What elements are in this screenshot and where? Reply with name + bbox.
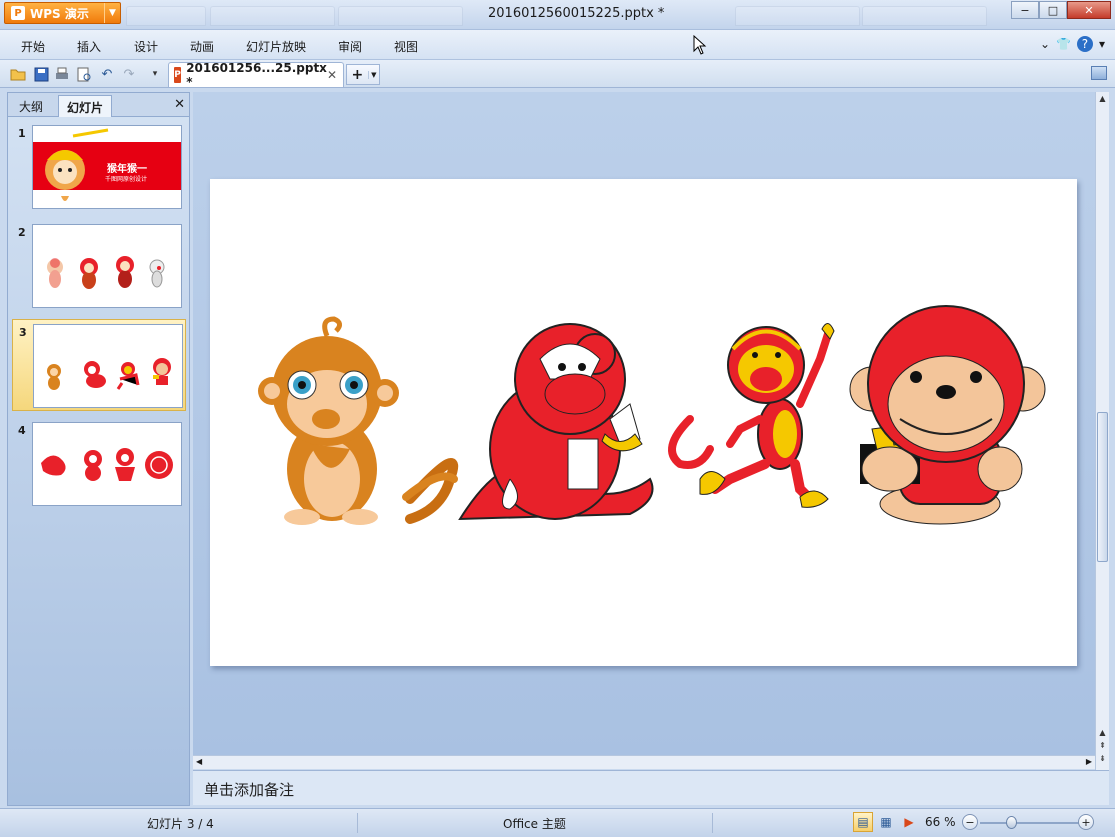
window-title: 2016012560015225.pptx * <box>488 6 665 21</box>
quick-access-toolbar: ↶ ↷ ▾ P 201601256...25.pptx * ✕ + ▼ <box>0 60 1115 89</box>
background-tab <box>338 6 463 26</box>
customize-icon[interactable]: ▾ <box>146 65 164 83</box>
scroll-up-icon[interactable]: ▲ <box>1097 94 1108 106</box>
title-bar: P WPS 演示 ▼ 2016012560015225.pptx * − □ ✕ <box>0 0 1115 30</box>
slide-thumbnail-image <box>33 324 183 408</box>
slide-thumbnail-2[interactable]: 2 <box>12 220 186 312</box>
slide-panel-tabs: 大纲 幻灯片 ✕ <box>8 93 189 117</box>
big-head-monkey-illustration[interactable] <box>849 305 1046 525</box>
menu-insert[interactable]: 插入 <box>77 38 101 55</box>
thumbnail-subtitle: 千图网原创设计 <box>105 176 148 183</box>
menu-right-tools: ⌄ 👕 ? ▾ <box>1040 36 1105 52</box>
skin-icon[interactable]: 👕 <box>1056 37 1071 51</box>
document-tab-label: 201601256...25.pptx * <box>186 61 327 89</box>
slide-number: 1 <box>18 127 26 140</box>
pptx-file-icon: P <box>174 67 182 83</box>
slide-indicator: 幻灯片 3 / 4 <box>147 817 214 831</box>
menu-review[interactable]: 审阅 <box>338 38 362 55</box>
menu-slideshow[interactable]: 幻灯片放映 <box>246 38 306 55</box>
tab-slides[interactable]: 幻灯片 <box>58 95 113 117</box>
notes-pane[interactable]: 单击添加备注 <box>193 770 1109 805</box>
app-name: WPS 演示 <box>30 6 89 21</box>
slideshow-view-icon[interactable]: ▶ <box>899 812 919 832</box>
menu-view[interactable]: 视图 <box>394 38 418 55</box>
thumbnail-title: 猴年猴一 <box>107 164 147 175</box>
new-tab-button[interactable]: + ▼ <box>346 64 380 85</box>
horizontal-scrollbar[interactable]: ◀ ▶ <box>193 755 1095 769</box>
current-slide[interactable] <box>210 179 1077 666</box>
background-tab <box>210 6 335 26</box>
open-icon[interactable] <box>9 65 27 83</box>
mouse-pointer-icon <box>693 35 707 55</box>
zoom-slider-knob[interactable] <box>1006 816 1017 829</box>
chevron-down-icon[interactable]: ▼ <box>104 3 120 23</box>
slide-canvas <box>258 305 1046 525</box>
slide-thumbnail-image <box>32 422 182 506</box>
slide-editing-area <box>193 92 1095 755</box>
scroll-right-icon[interactable]: ▶ <box>1086 757 1092 766</box>
notes-placeholder[interactable]: 单击添加备注 <box>204 779 294 800</box>
chevron-down-icon[interactable]: ▼ <box>367 70 379 79</box>
next-slide-icon[interactable]: ⇟ <box>1097 754 1108 766</box>
normal-view-icon[interactable]: ▤ <box>853 812 873 832</box>
slide-thumbnail-1[interactable]: 1 猴年猴一 千图网原创设计 <box>12 121 186 213</box>
brown-monkey-illustration[interactable] <box>258 316 459 525</box>
zoom-level[interactable]: 66 % <box>925 815 956 829</box>
status-bar: 幻灯片 3 / 4 Office 主题 ▤ ▦ ▶ 66 % − + <box>0 808 1115 837</box>
menu-home[interactable]: 开始 <box>21 38 45 55</box>
close-panel-icon[interactable]: ✕ <box>174 97 185 112</box>
help-icon[interactable]: ? <box>1076 36 1093 52</box>
wps-app-menu-button[interactable]: P WPS 演示 ▼ <box>4 2 121 24</box>
theme-name: Office 主题 <box>503 817 566 831</box>
slide-number: 4 <box>18 424 26 437</box>
window-controls: − □ ✕ <box>1011 1 1111 19</box>
slide-thumbnail-image <box>32 224 182 308</box>
slide-number: 2 <box>18 226 26 239</box>
slide-thumbnail-4[interactable]: 4 <box>12 418 186 510</box>
background-tab <box>126 6 206 26</box>
print-preview-icon[interactable] <box>75 65 93 83</box>
chevron-down-icon[interactable]: ⌄ <box>1040 37 1050 51</box>
tab-outline[interactable]: 大纲 <box>11 95 51 117</box>
scrollbar-thumb[interactable] <box>1097 412 1108 562</box>
print-icon[interactable] <box>53 65 71 83</box>
slide-sorter-view-icon[interactable]: ▦ <box>876 812 896 832</box>
vertical-scrollbar[interactable]: ▲ ▲ ⇞ ⇟ <box>1095 92 1109 770</box>
menu-animation[interactable]: 动画 <box>190 38 214 55</box>
close-tab-icon[interactable]: ✕ <box>327 68 337 82</box>
save-icon[interactable] <box>32 65 50 83</box>
slide-thumbnail-image: 猴年猴一 千图网原创设计 <box>32 125 182 209</box>
document-tab[interactable]: P 201601256...25.pptx * ✕ <box>168 61 344 89</box>
dancing-monkey-illustration[interactable] <box>668 323 835 508</box>
zoom-slider-track[interactable] <box>980 822 1080 824</box>
minimize-button[interactable]: − <box>1011 1 1039 19</box>
red-monkey-banana-illustration[interactable] <box>458 323 654 521</box>
slide-thumbnail-3[interactable]: 3 <box>12 319 186 411</box>
previous-slide-icon[interactable]: ⇞ <box>1097 741 1108 753</box>
slide-panel: 大纲 幻灯片 ✕ 1 猴年猴一 千图网原创设计 2 3 4 <box>7 92 190 806</box>
background-tab <box>735 6 860 26</box>
window-layout-icon[interactable] <box>1091 66 1107 80</box>
maximize-button[interactable]: □ <box>1039 1 1067 19</box>
scroll-up-icon[interactable]: ▲ <box>1097 728 1108 740</box>
slide-number: 3 <box>19 326 27 339</box>
divider <box>357 813 358 833</box>
zoom-in-button[interactable]: + <box>1078 814 1094 830</box>
plus-icon: + <box>351 66 364 83</box>
close-button[interactable]: ✕ <box>1067 1 1111 19</box>
scroll-left-icon[interactable]: ◀ <box>196 757 202 766</box>
wps-logo-icon: P <box>11 6 25 20</box>
chevron-down-icon[interactable]: ▾ <box>1099 37 1105 51</box>
background-tab <box>862 6 987 26</box>
menu-design[interactable]: 设计 <box>134 38 158 55</box>
undo-icon[interactable]: ↶ <box>98 65 116 83</box>
menu-bar: 开始 插入 设计 动画 幻灯片放映 审阅 视图 ⌄ 👕 ? ▾ <box>0 30 1115 60</box>
divider <box>712 813 713 833</box>
redo-icon[interactable]: ↷ <box>120 65 138 83</box>
zoom-out-button[interactable]: − <box>962 814 978 830</box>
